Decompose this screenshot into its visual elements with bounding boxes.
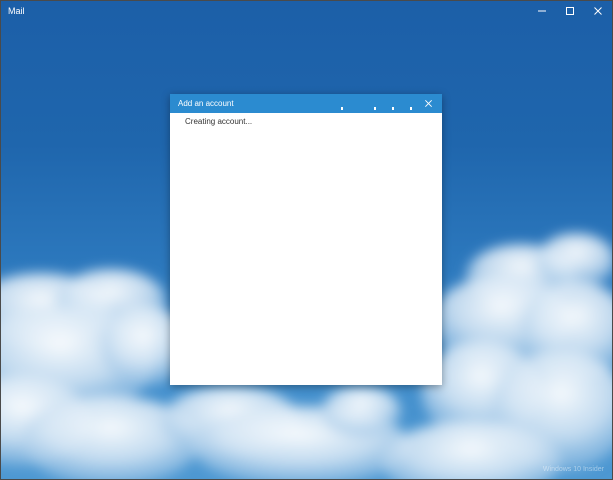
dialog-close-button[interactable] [418, 94, 438, 113]
progress-dot [374, 107, 376, 110]
progress-dot [410, 107, 412, 110]
maximize-button[interactable] [556, 1, 584, 21]
loading-progress-indicator [170, 107, 442, 110]
mail-app-window: Mail Add an account Creating account... … [0, 0, 613, 480]
progress-dot [392, 107, 394, 110]
maximize-icon [566, 7, 574, 15]
app-title: Mail [8, 6, 25, 16]
title-bar[interactable]: Mail [1, 1, 612, 21]
status-text: Creating account... [185, 117, 253, 126]
dialog-body: Creating account... [170, 113, 442, 385]
watermark-text: Windows 10 Insider [542, 466, 604, 473]
minimize-icon [538, 10, 546, 12]
progress-dot [341, 107, 343, 110]
minimize-button[interactable] [528, 1, 556, 21]
dialog-header: Add an account [170, 94, 442, 113]
window-close-button[interactable] [584, 1, 612, 21]
add-account-dialog: Add an account Creating account... [170, 94, 442, 385]
close-icon [594, 7, 602, 15]
